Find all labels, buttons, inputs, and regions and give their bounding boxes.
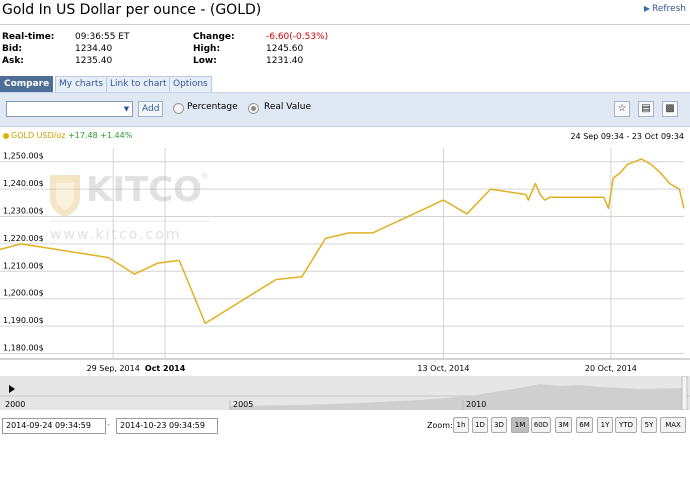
low-value: 1231.40 <box>266 56 304 66</box>
save-icon[interactable]: ▤ <box>638 101 654 117</box>
x-tick-label: 13 Oct, 2014 <box>417 364 469 373</box>
refresh-link[interactable]: ▶ Refresh <box>644 4 686 14</box>
print-icon[interactable]: ▩ <box>662 101 678 117</box>
legend-dot-icon <box>3 132 9 139</box>
realtime-label: Real-time: <box>2 32 55 42</box>
y-tick-label: 1,240.00$ <box>3 179 44 188</box>
zoom-3m-button[interactable]: 3M <box>555 417 572 433</box>
y-tick-label: 1,210.00$ <box>3 261 44 270</box>
chart-legend: GOLD USD/oz +17.48 +1.44% <box>3 131 132 140</box>
navigator-handle[interactable] <box>681 376 688 410</box>
chart-toolbar: ▼ Add Percentage Real Value ☆ ▤ ▩ <box>0 92 690 127</box>
y-tick-label: 1,230.00$ <box>3 207 44 216</box>
y-tick-label: 1,200.00$ <box>3 289 44 298</box>
tab-options[interactable]: Options <box>169 76 212 92</box>
x-tick-label: 29 Sep, 2014 <box>87 364 140 373</box>
change-label: Change: <box>193 32 235 42</box>
ask-value: 1235.40 <box>75 56 113 66</box>
date-to-input[interactable]: 2014-10-23 09:34:59 <box>116 418 218 434</box>
navigator-year-2000: 2000 <box>5 400 25 409</box>
symbol-dropdown-icon[interactable]: ▼ <box>121 101 133 117</box>
zoom-1h-button[interactable]: 1h <box>453 417 469 433</box>
ask-label: Ask: <box>2 56 24 66</box>
zoom-3d-button[interactable]: 3D <box>491 417 507 433</box>
date-from-input[interactable]: 2014-09-24 09:34:59 <box>2 418 106 434</box>
refresh-arrow-icon: ▶ <box>643 4 650 13</box>
x-tick-label: Oct 2014 <box>145 364 186 373</box>
legend-change: +17.48 +1.44% <box>68 131 133 140</box>
change-value: -6.60(-0.53%) <box>266 32 329 42</box>
y-axis-labels: 1,250.00$ 1,240.00$ 1,230.00$ 1,220.00$ 1,21… <box>3 152 44 353</box>
zoom-60d-button[interactable]: 60D <box>531 417 551 433</box>
high-label: High: <box>193 44 221 54</box>
zoom-6m-button[interactable]: 6M <box>576 417 593 433</box>
zoom-ytd-button[interactable]: YTD <box>615 417 637 433</box>
date-separator: - <box>107 420 110 429</box>
zoom-1d-button[interactable]: 1D <box>472 417 488 433</box>
navigator-year-2010: 2010 <box>466 400 486 409</box>
price-chart: KITCO ® www.kitco.com 1,250.00$ 1,240.00$… <box>0 148 690 373</box>
zoom-1y-button[interactable]: 1Y <box>597 417 613 433</box>
high-value: 1245.60 <box>266 44 304 54</box>
kitco-brand: KITCO <box>86 170 202 210</box>
bid-label: Bid: <box>2 44 22 54</box>
legend-symbol: GOLD USD/oz <box>11 131 66 140</box>
y-tick-label: 1,190.00$ <box>3 316 44 325</box>
registered-icon: ® <box>200 172 209 182</box>
zoom-5y-button[interactable]: 5Y <box>641 417 657 433</box>
zoom-1m-button[interactable]: 1M <box>511 417 529 433</box>
low-label: Low: <box>193 56 217 66</box>
x-axis-labels: 29 Sep, 2014 Oct 2014 13 Oct, 2014 20 Oct, … <box>0 358 690 373</box>
navigator[interactable]: 2000 2005 2010 <box>0 376 690 410</box>
symbol-input[interactable] <box>6 101 122 117</box>
tab-compare[interactable]: Compare <box>0 76 54 92</box>
percentage-radio[interactable] <box>173 103 184 114</box>
kitco-url: www.kitco.com <box>50 227 181 243</box>
real-value-radio[interactable] <box>248 103 259 114</box>
tab-link-to-chart[interactable]: Link to chart <box>106 76 171 92</box>
date-range: 24 Sep 09:34 - 23 Oct 09:34 <box>570 132 684 141</box>
zoom-max-button[interactable]: MAX <box>660 417 686 433</box>
header-divider <box>0 24 690 25</box>
tab-my-charts[interactable]: My charts <box>55 76 108 92</box>
tab-bar: Compare My charts Link to chart Options <box>0 76 690 92</box>
navigator-year-2005: 2005 <box>233 400 253 409</box>
percentage-label: Percentage <box>187 102 238 112</box>
star-icon[interactable]: ☆ <box>614 101 630 117</box>
page-title: Gold In US Dollar per ounce - (GOLD) <box>2 2 262 18</box>
y-tick-label: 1,250.00$ <box>3 152 44 161</box>
y-tick-label: 1,220.00$ <box>3 234 44 243</box>
x-tick-label: 20 Oct, 2014 <box>585 364 637 373</box>
bid-value: 1234.40 <box>75 44 113 54</box>
zoom-label: Zoom: <box>427 421 453 430</box>
refresh-label: Refresh <box>652 4 686 14</box>
kitco-watermark: KITCO ® www.kitco.com <box>50 170 210 243</box>
y-tick-label: 1,180.00$ <box>3 344 44 353</box>
real-value-label: Real Value <box>264 102 311 112</box>
add-button[interactable]: Add <box>138 101 164 117</box>
realtime-value: 09:36:55 ET <box>75 32 130 42</box>
